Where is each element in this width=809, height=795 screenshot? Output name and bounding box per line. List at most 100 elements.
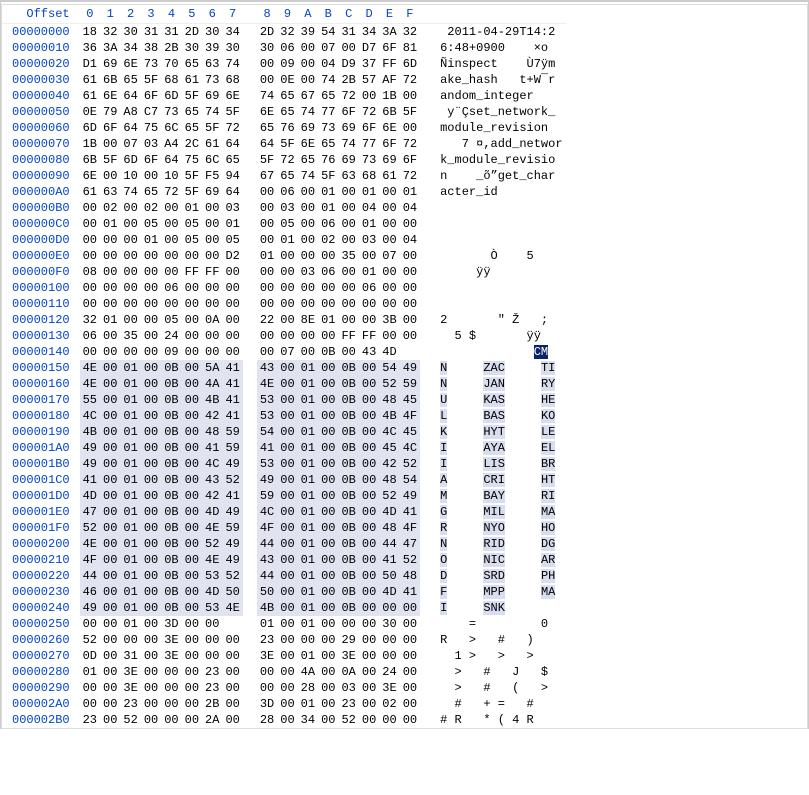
- hex-cell[interactable]: 00: [359, 312, 379, 328]
- hex-row[interactable]: 000000E000000000000000D20100000035000700…: [2, 248, 566, 264]
- hex-cell[interactable]: 00: [202, 216, 222, 232]
- hex-cell[interactable]: C7: [141, 104, 161, 120]
- hex-cell[interactable]: 3D: [257, 696, 277, 712]
- hex-cell[interactable]: 4D: [379, 344, 399, 360]
- hex-cell[interactable]: 00: [277, 376, 297, 392]
- hex-cell[interactable]: 42: [202, 408, 222, 424]
- hex-cell[interactable]: 02: [141, 200, 161, 216]
- hex-row[interactable]: 000001504E0001000B005A41430001000B005449…: [2, 360, 566, 376]
- hex-cell[interactable]: 03: [359, 232, 379, 248]
- hex-row[interactable]: 000000806B5F6D6F64756C655F7265766973696F…: [2, 152, 566, 168]
- hex-cell[interactable]: 00: [141, 712, 161, 728]
- hex-cell[interactable]: 01: [359, 216, 379, 232]
- hex-cell[interactable]: 55: [80, 392, 100, 408]
- hex-cell[interactable]: 00: [277, 536, 297, 552]
- hex-cell[interactable]: 01: [318, 312, 338, 328]
- hex-cell[interactable]: 52: [400, 552, 420, 568]
- hex-cell[interactable]: 03: [277, 200, 297, 216]
- hex-cell[interactable]: 54: [318, 24, 338, 41]
- offset-cell[interactable]: 000001F0: [2, 520, 80, 536]
- hex-cell[interactable]: 0B: [161, 552, 181, 568]
- hex-cell[interactable]: 00: [359, 360, 379, 376]
- hex-cell[interactable]: 00: [318, 456, 338, 472]
- hex-cell[interactable]: 01: [80, 664, 100, 680]
- hex-cell[interactable]: 3A: [379, 24, 399, 41]
- hex-cell[interactable]: 00: [379, 184, 399, 200]
- hex-row[interactable]: 00000260520000003E0000002300000029000000…: [2, 632, 566, 648]
- hex-cell[interactable]: 00: [400, 616, 420, 632]
- hex-cell[interactable]: 01: [120, 552, 140, 568]
- hex-cell[interactable]: 65: [120, 72, 140, 88]
- hex-cell[interactable]: 00: [359, 696, 379, 712]
- offset-cell[interactable]: 000002A0: [2, 696, 80, 712]
- hex-row[interactable]: 00000250000001003D00000100010000003000 =…: [2, 616, 566, 632]
- hex-cell[interactable]: FF: [338, 328, 358, 344]
- hex-cell[interactable]: 01: [298, 456, 318, 472]
- hex-cell[interactable]: 61: [182, 72, 202, 88]
- hex-cell[interactable]: 00: [257, 680, 277, 696]
- hex-cell[interactable]: 41: [222, 488, 242, 504]
- hex-cell[interactable]: 00: [222, 632, 242, 648]
- ascii-cell[interactable]: acter_id: [434, 184, 565, 200]
- hex-cell[interactable]: 3E: [161, 648, 181, 664]
- hex-row[interactable]: 000001D04D0001000B004241590001000B005249…: [2, 488, 566, 504]
- offset-cell[interactable]: 000000B0: [2, 200, 80, 216]
- hex-cell[interactable]: 34: [298, 712, 318, 728]
- hex-cell[interactable]: 52: [80, 520, 100, 536]
- hex-cell[interactable]: 00: [298, 296, 318, 312]
- hex-cell[interactable]: 00: [257, 664, 277, 680]
- hex-cell[interactable]: 39: [202, 40, 222, 56]
- hex-cell[interactable]: 01: [120, 504, 140, 520]
- hex-cell[interactable]: 64: [161, 152, 181, 168]
- hex-cell[interactable]: 00: [400, 648, 420, 664]
- hex-cell[interactable]: 00: [202, 648, 222, 664]
- hex-cell[interactable]: 02: [379, 696, 399, 712]
- offset-cell[interactable]: 00000080: [2, 152, 80, 168]
- offset-cell[interactable]: 00000140: [2, 344, 80, 360]
- hex-cell[interactable]: 74: [298, 168, 318, 184]
- hex-cell[interactable]: 73: [359, 152, 379, 168]
- hex-row[interactable]: 0000010000000000060000000000000000060000: [2, 280, 566, 296]
- hex-cell[interactable]: 05: [182, 216, 202, 232]
- ascii-cell[interactable]: O NIC AR: [434, 552, 565, 568]
- hex-cell[interactable]: 57: [359, 72, 379, 88]
- offset-cell[interactable]: 00000130: [2, 328, 80, 344]
- hex-cell[interactable]: 23: [202, 680, 222, 696]
- hex-cell[interactable]: 45: [379, 440, 399, 456]
- hex-cell[interactable]: 05: [222, 232, 242, 248]
- hex-cell[interactable]: 00: [298, 632, 318, 648]
- hex-cell[interactable]: 00: [338, 40, 358, 56]
- hex-cell[interactable]: 00: [202, 632, 222, 648]
- offset-cell[interactable]: 00000030: [2, 72, 80, 88]
- hex-cell[interactable]: 00: [400, 632, 420, 648]
- hex-cell[interactable]: 00: [298, 248, 318, 264]
- hex-cell[interactable]: 4E: [202, 520, 222, 536]
- hex-cell[interactable]: 00: [182, 344, 202, 360]
- hex-row[interactable]: 000001B0490001000B004C49530001000B004252…: [2, 456, 566, 472]
- hex-cell[interactable]: 49: [400, 360, 420, 376]
- hex-cell[interactable]: 01: [298, 424, 318, 440]
- hex-cell[interactable]: 00: [298, 328, 318, 344]
- hex-cell[interactable]: 0B: [161, 392, 181, 408]
- hex-cell[interactable]: 00: [379, 632, 399, 648]
- hex-cell[interactable]: 00: [318, 360, 338, 376]
- ascii-cell[interactable]: n _õ”get_char: [434, 168, 565, 184]
- hex-cell[interactable]: 00: [80, 232, 100, 248]
- hex-cell[interactable]: 44: [80, 568, 100, 584]
- hex-cell[interactable]: 00: [277, 664, 297, 680]
- hex-cell[interactable]: 01: [298, 472, 318, 488]
- hex-cell[interactable]: 52: [379, 488, 399, 504]
- hex-cell[interactable]: 00: [80, 680, 100, 696]
- ascii-cell[interactable]: M BAY RI: [434, 488, 565, 504]
- hex-cell[interactable]: 00: [318, 376, 338, 392]
- hex-cell[interactable]: 00: [277, 280, 297, 296]
- hex-cell[interactable]: 6E: [80, 168, 100, 184]
- hex-cell[interactable]: 53: [202, 568, 222, 584]
- hex-cell[interactable]: 00: [277, 552, 297, 568]
- hex-cell[interactable]: 6C: [202, 152, 222, 168]
- hex-cell[interactable]: 00: [141, 344, 161, 360]
- hex-cell[interactable]: 65: [182, 56, 202, 72]
- hex-cell[interactable]: 01: [120, 472, 140, 488]
- hex-cell[interactable]: 0A: [202, 312, 222, 328]
- hex-cell[interactable]: 00: [141, 504, 161, 520]
